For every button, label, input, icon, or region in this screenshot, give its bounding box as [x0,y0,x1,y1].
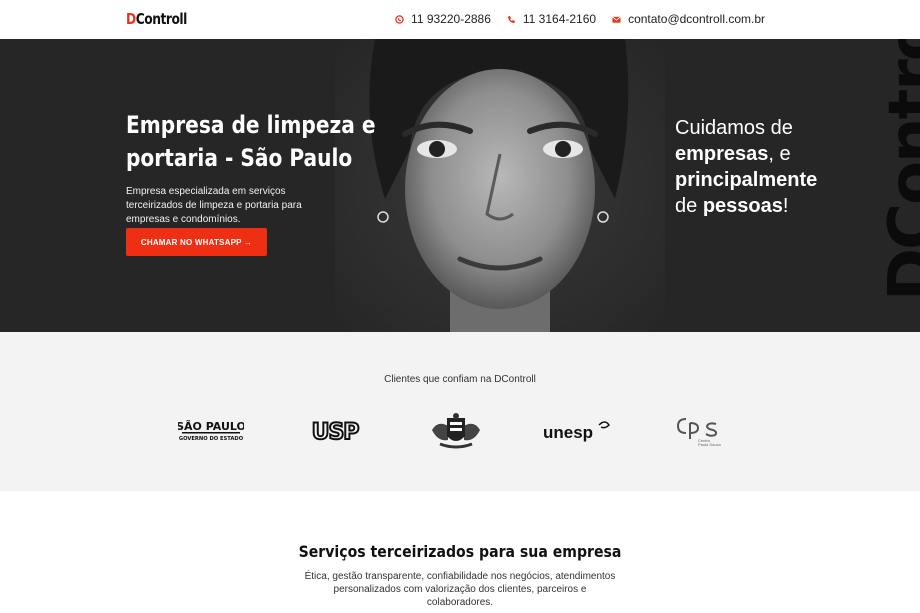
tagline-line4-rest: ! [782,195,789,217]
unesp-logo-text: unesp [543,423,593,442]
clients-title: Clientes que confiam na DControll [384,374,536,385]
hero-title-line1: Empresa de limpeza e [126,111,376,139]
services-title: Serviços terceirizados para sua empresa [298,542,622,561]
tagline-line2: empresas, e [675,141,817,167]
client-logo-cps: Centro Paula Souza [676,414,722,448]
phone-icon [507,15,515,23]
client-logo-usp: USP [307,414,363,448]
tagline-line4-pre: de [675,195,703,217]
logo-text: Controll [135,10,188,28]
hero-tagline: Cuidamos de empresas, e principalmente d… [675,115,817,219]
email-contact[interactable]: contato@dcontroll.com.br [612,12,765,26]
whatsapp-cta-button[interactable]: CHAMAR NO WHATSAPP → [126,228,267,256]
top-bar: DControll 11 93220-2886 11 3164-2160 con… [0,0,920,39]
cps-sub2: Paula Souza [698,442,721,447]
sao-paulo-logo-line2: GOVERNO DO ESTADO [179,436,244,442]
whatsapp-contact[interactable]: 11 93220-2886 [395,12,491,26]
whatsapp-icon [395,14,404,24]
hero-side-text: DControll [876,39,920,301]
sao-paulo-logo-line1: SÃO PAULO [178,420,244,433]
whatsapp-number: 11 93220-2886 [411,12,491,26]
clients-section: Clientes que confiam na DControll SÃO PA… [0,332,920,491]
hero-portrait [335,39,665,332]
envelope-icon [612,15,621,23]
tagline-bold-pessoas: pessoas [702,195,783,217]
tagline-line2-rest: , e [768,143,791,165]
tagline-bold-empresas: empresas [675,143,769,165]
hero-section: Empresa de limpeza e portaria - São Paul… [0,39,920,332]
phone-number: 11 3164-2160 [522,12,597,26]
phone-contact[interactable]: 11 3164-2160 [507,12,596,26]
hero-title: Empresa de limpeza e portaria - São Paul… [126,109,376,175]
contact-list: 11 93220-2886 11 3164-2160 contato@dcont… [395,12,765,26]
tagline-line1: Cuidamos de [675,117,793,139]
tagline-bold-principalmente: principalmente [675,169,818,191]
client-logo-unesp: unesp [543,414,613,448]
logo-mark: D [126,10,136,28]
brasao-emblem-icon [432,413,480,449]
client-logo-brasao [430,412,482,450]
services-description: Ética, gestão transparente, confiabilida… [304,571,616,608]
hero-subtitle: Empresa especializada em serviços tercei… [126,186,302,225]
usp-logo-text: USP [312,420,360,444]
tagline-line4: de pessoas! [675,193,817,219]
email-address: contato@dcontroll.com.br [628,12,765,26]
tagline-line3: principalmente [675,167,817,193]
client-logo-sao-paulo: SÃO PAULO GOVERNO DO ESTADO [178,414,244,448]
hero-title-line2: portaria - São Paulo [126,144,353,172]
logo[interactable]: DControll [126,10,187,28]
